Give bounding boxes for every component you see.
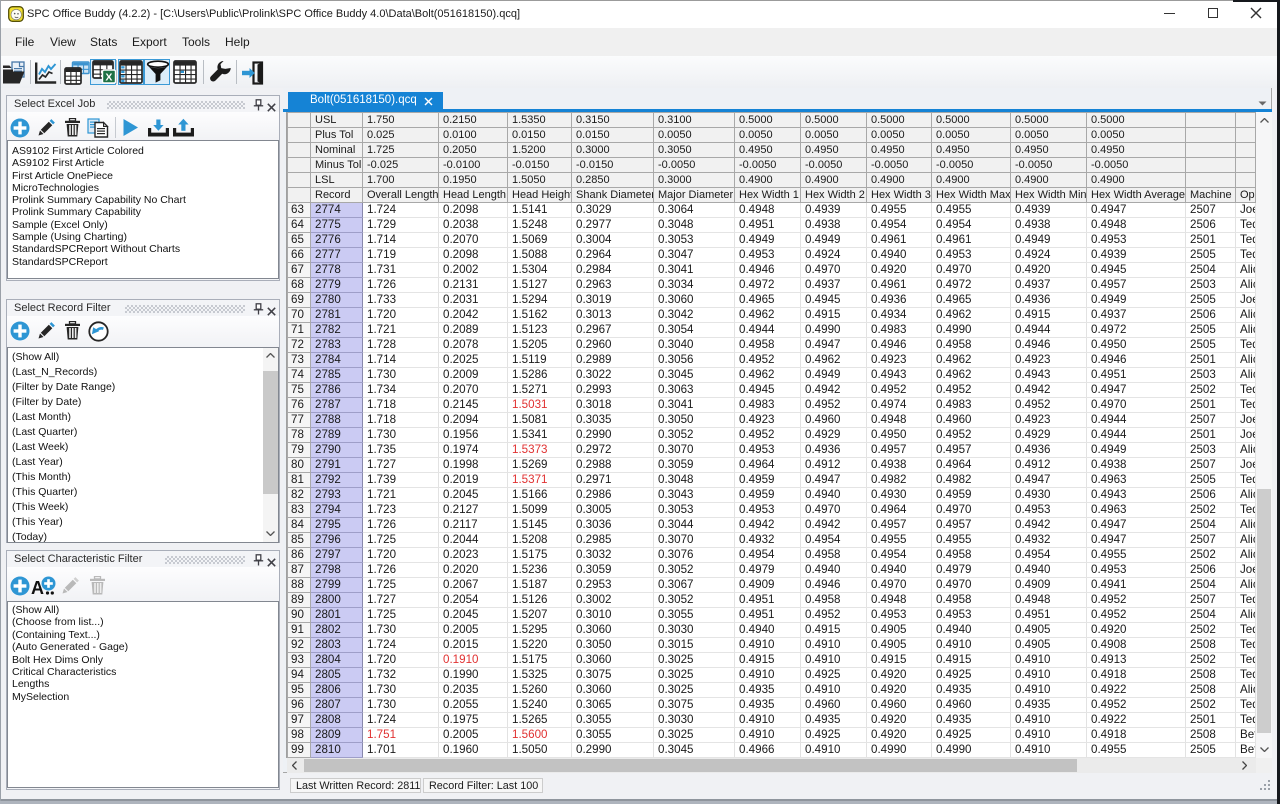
- svg-text:A: A: [31, 578, 44, 597]
- svg-text:X: X: [105, 72, 112, 84]
